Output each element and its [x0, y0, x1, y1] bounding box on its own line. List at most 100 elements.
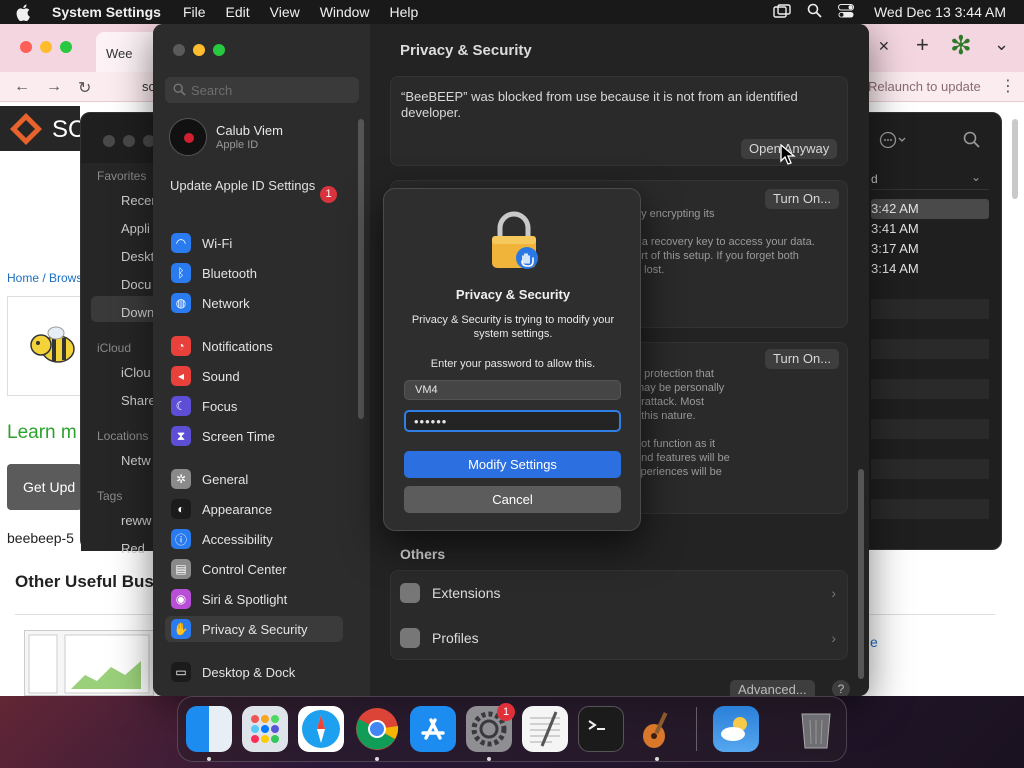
screenshot-thumbnail[interactable]	[24, 630, 154, 696]
update-apple-id-settings[interactable]: Update Apple ID Settings	[170, 178, 320, 194]
finder-column-header[interactable]: d ⌄	[871, 168, 989, 190]
edit-menu[interactable]: Edit	[226, 4, 250, 20]
sidebar-item-focus[interactable]: ☾ Focus	[165, 393, 343, 419]
launchpad-icon[interactable]	[242, 706, 288, 752]
browser-scrollbar[interactable]	[1012, 119, 1018, 199]
sidebar-item-general[interactable]: ✲ General	[165, 466, 343, 492]
bee-app-image	[7, 296, 82, 396]
finder-item[interactable]: Deskt	[121, 249, 154, 264]
finder-item[interactable]: iClou	[121, 365, 151, 380]
sidebar-item-desktop-dock[interactable]: ▭ Desktop & Dock	[165, 659, 343, 685]
sidebar-item-privacy-security[interactable]: ✋ Privacy & Security	[165, 616, 343, 642]
garageband-icon[interactable]	[634, 706, 680, 752]
menubar-clock[interactable]: Wed Dec 13 3:44 AM	[874, 4, 1006, 20]
sidebar-item-accessibility[interactable]: ⓘ Accessibility	[165, 526, 343, 552]
filevault-turn-on-button[interactable]: Turn On...	[765, 189, 840, 209]
sidebar-item-notifications[interactable]: ◔ Notifications	[165, 333, 343, 359]
finder-search-icon[interactable]	[963, 131, 981, 154]
running-indicator	[375, 757, 379, 761]
profiles-row[interactable]: Profiles ›	[390, 616, 848, 660]
sidebar-scrollbar[interactable]	[358, 119, 364, 419]
content-scrollbar[interactable]	[858, 469, 864, 679]
advanced-button[interactable]: Advanced...	[730, 680, 815, 696]
sidebar-item-siri-spotlight[interactable]: ◉ Siri & Spotlight	[165, 586, 343, 612]
settings-search[interactable]	[165, 77, 359, 103]
relaunch-to-update-button[interactable]: Relaunch to update	[868, 79, 981, 94]
sidebar-item-sound[interactable]: ◂ Sound	[165, 363, 343, 389]
safari-icon[interactable]	[298, 706, 344, 752]
terminal-icon[interactable]	[578, 706, 624, 752]
table-row[interactable]: 3:41 AM	[871, 221, 989, 241]
zoom-window-icon[interactable]	[60, 41, 72, 53]
apple-menu-icon[interactable]	[16, 0, 36, 24]
moon-icon: ☾	[171, 396, 191, 416]
leaf-extension-icon[interactable]: ✻	[950, 30, 972, 61]
chrome-icon[interactable]	[354, 706, 400, 752]
table-row[interactable]: 3:42 AM	[871, 201, 989, 221]
finder-item[interactable]: Docu	[121, 277, 151, 292]
browser-menu-icon[interactable]: ⋮	[1000, 76, 1016, 96]
breadcrumb[interactable]: Home / Brows	[7, 271, 82, 285]
app-name-menu[interactable]: System Settings	[52, 4, 161, 20]
new-tab-icon[interactable]: +	[916, 32, 929, 58]
learn-more-link[interactable]: Learn m	[7, 422, 77, 444]
minimize-window-icon[interactable]	[40, 41, 52, 53]
hand-icon: ✋	[171, 619, 191, 639]
site-logo-icon[interactable]	[8, 111, 44, 147]
finder-item[interactable]: Share	[121, 393, 156, 408]
modify-settings-button[interactable]: Modify Settings	[404, 451, 621, 478]
spotlight-search-icon[interactable]	[807, 3, 822, 21]
get-update-button[interactable]: Get Upd	[7, 464, 82, 510]
sidebar-item-network[interactable]: ◍ Network	[165, 290, 343, 316]
screen-mirroring-icon[interactable]	[773, 3, 791, 21]
menu-bar: System Settings File Edit View Window He…	[0, 0, 1024, 24]
control-center-icon: ▤	[171, 559, 191, 579]
weather-icon[interactable]	[713, 706, 759, 752]
minimize-window-icon[interactable]	[193, 44, 205, 56]
finder-icon[interactable]	[186, 706, 232, 752]
more-actions-icon[interactable]	[879, 131, 907, 154]
tab-list-chevron-icon[interactable]: ⌄	[994, 34, 1009, 55]
sidebar-item-appearance[interactable]: ◐ Appearance	[165, 496, 343, 522]
table-row[interactable]: 3:14 AM	[871, 261, 989, 281]
zoom-window-icon[interactable]	[213, 44, 225, 56]
help-button[interactable]: ?	[832, 680, 850, 696]
cancel-button[interactable]: Cancel	[404, 486, 621, 513]
finder-item[interactable]: reww	[121, 513, 151, 528]
view-menu[interactable]: View	[270, 4, 300, 20]
right-link[interactable]: e	[870, 634, 878, 650]
username-field[interactable]	[404, 380, 621, 400]
browser-tab-title: Wee	[106, 46, 133, 61]
forward-icon[interactable]: →	[46, 78, 62, 98]
minimize-window-icon[interactable]	[123, 135, 135, 147]
window-menu[interactable]: Window	[320, 4, 370, 20]
table-row[interactable]: 3:17 AM	[871, 241, 989, 261]
sidebar-item-control-center[interactable]: ▤ Control Center	[165, 556, 343, 582]
app-store-icon[interactable]	[410, 706, 456, 752]
sidebar-item-wi-fi[interactable]: ◠ Wi-Fi	[165, 230, 343, 256]
finder-item[interactable]: Down	[121, 305, 154, 320]
close-window-icon[interactable]	[103, 135, 115, 147]
textedit-icon[interactable]	[522, 706, 568, 752]
finder-item[interactable]: Appli	[121, 221, 150, 236]
apple-id-account[interactable]: Calub Viem Apple ID	[169, 118, 359, 162]
password-field[interactable]	[404, 410, 621, 432]
finder-item[interactable]: Red	[121, 541, 145, 556]
close-tab-icon[interactable]: ✕	[878, 38, 890, 55]
search-input[interactable]	[191, 80, 351, 100]
close-window-icon[interactable]	[173, 44, 185, 56]
trash-icon[interactable]	[793, 706, 839, 752]
lockdown-turn-on-button[interactable]: Turn On...	[765, 349, 840, 369]
finder-item[interactable]: Netw	[121, 453, 151, 468]
profiles-icon	[400, 628, 420, 648]
sidebar-item-screen-time[interactable]: ⧗ Screen Time	[165, 423, 343, 449]
back-icon[interactable]: ←	[14, 78, 30, 98]
extensions-row[interactable]: Extensions ›	[390, 571, 848, 615]
control-center-icon[interactable]	[837, 3, 854, 21]
finder-section-label: Tags	[97, 489, 123, 503]
reload-icon[interactable]: ↻	[78, 78, 91, 98]
sidebar-item-bluetooth[interactable]: ᛒ Bluetooth	[165, 260, 343, 286]
help-menu[interactable]: Help	[390, 4, 419, 20]
file-menu[interactable]: File	[183, 4, 206, 20]
close-window-icon[interactable]	[20, 41, 32, 53]
